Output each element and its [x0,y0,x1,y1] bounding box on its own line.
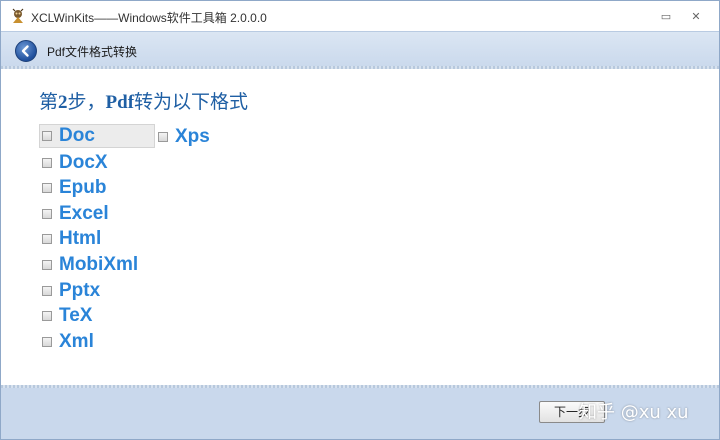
checkbox[interactable] [158,132,168,142]
option-doc[interactable]: Doc [39,124,155,148]
option-pptx[interactable]: Pptx [40,279,100,303]
checkbox[interactable] [42,260,52,270]
option-label: Pptx [59,280,101,301]
checkbox[interactable] [42,209,52,219]
footer-bar: 下一步 知乎 @xu xu [1,385,719,439]
option-label: Doc [59,125,95,146]
watermark: 知乎 @xu xu [579,402,689,423]
close-button[interactable]: ✕ [689,11,703,23]
back-arrow-icon[interactable] [15,40,37,62]
option-label: Excel [59,203,109,224]
option-tex[interactable]: TeX [40,304,92,328]
window-title: XCLWinKits——Windows软件工具箱 2.0.0.0 [31,11,267,25]
option-excel[interactable]: Excel [40,202,109,226]
option-label: Xps [175,126,210,147]
heading-mid: 步， [67,92,106,113]
option-xps[interactable]: Xps [156,125,210,149]
page-title: Pdf文件格式转换 [47,45,138,59]
checkbox[interactable] [42,158,52,168]
minimize-button[interactable]: ▭ [659,11,673,23]
option-label: Xml [59,331,94,352]
app-window: XCLWinKits——Windows软件工具箱 2.0.0.0 ▭ ✕ Pdf… [0,0,720,440]
checkbox[interactable] [42,131,52,141]
option-label: MobiXml [59,254,139,275]
heading-format: Pdf [105,92,135,113]
option-label: TeX [59,305,93,326]
option-label: Html [59,228,102,249]
heading-prefix: 第 [39,92,59,113]
checkbox[interactable] [42,234,52,244]
option-docx[interactable]: DocX [40,151,108,175]
app-logo-icon [10,8,26,24]
heading-suffix: 转为以下格式 [134,92,249,113]
option-label: Epub [59,177,107,198]
option-html[interactable]: Html [40,227,101,251]
option-mobixml[interactable]: MobiXml [40,253,138,277]
checkbox[interactable] [42,286,52,296]
option-label: DocX [59,152,108,173]
nav-bar: Pdf文件格式转换 [1,31,719,69]
option-xml[interactable]: Xml [40,330,94,354]
checkbox[interactable] [42,183,52,193]
option-epub[interactable]: Epub [40,176,107,200]
heading-step-number: 2 [58,92,68,113]
checkbox[interactable] [42,311,52,321]
step-heading: 第2步，Pdf转为以下格式 [39,87,248,114]
title-bar[interactable]: XCLWinKits——Windows软件工具箱 2.0.0.0 ▭ ✕ [1,1,719,31]
checkbox[interactable] [42,337,52,347]
content-area: 第2步，Pdf转为以下格式 Doc Xps DocX Epub Excel Ht… [1,69,719,385]
